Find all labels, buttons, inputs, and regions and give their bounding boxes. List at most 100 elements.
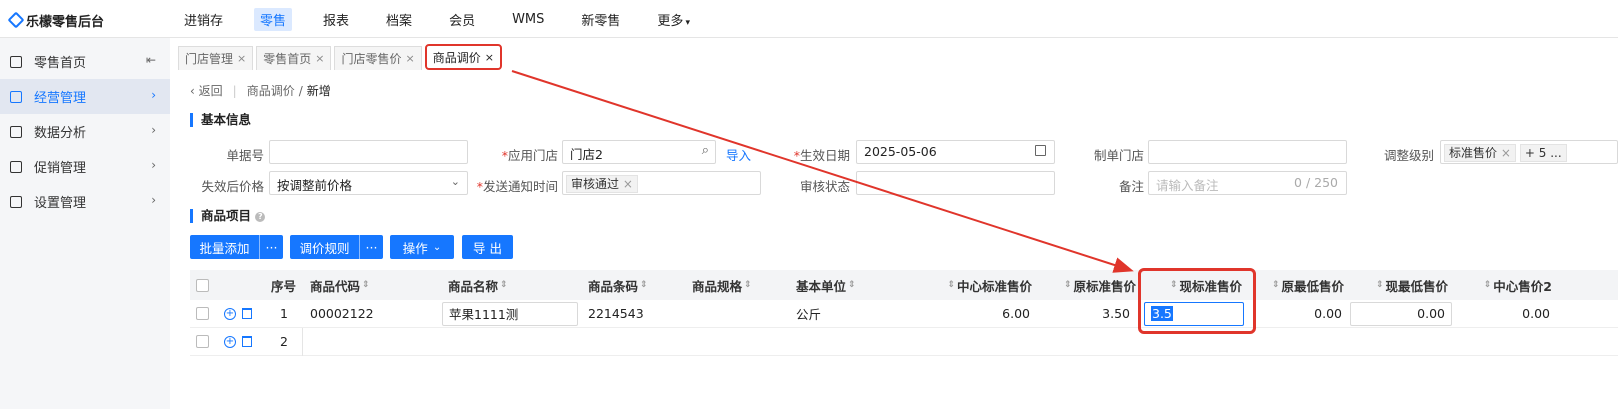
operation-dropdown-button[interactable]: 操作 ⌄ [390,235,454,259]
row-select-cell [196,300,209,327]
calendar-icon[interactable] [1035,145,1046,156]
sort-icon[interactable]: ⇕ [744,280,752,290]
app-logo[interactable]: 乐檬零售后台 [8,11,104,30]
back-link[interactable]: ‹ 返回 [190,82,223,99]
col-cur-min[interactable]: ⇕ 现最低售价 [1350,270,1448,300]
add-row-icon[interactable]: + [224,307,236,320]
sidebar-item-settings[interactable]: 设置管理 › [0,184,170,219]
nav-item-retail[interactable]: 零售 [254,7,293,31]
tab-store-price[interactable]: 门店零售价 × [334,46,422,70]
close-icon[interactable]: × [1501,146,1511,160]
batch-add-more-button[interactable]: ··· [259,235,283,259]
notify-time-label-text: 发送通知时间 [482,179,558,194]
sidebar-item-retail-home[interactable]: 零售首页 ⇤ [0,44,170,79]
remark-placeholder: 请输入备注 [1156,178,1219,193]
make-store-field[interactable] [1148,140,1347,164]
cur-min-price-input[interactable]: 0.00 [1350,301,1452,326]
row-checkbox[interactable] [196,335,209,348]
sidebar-item-operations[interactable]: 经营管理 › [0,79,170,114]
effective-date-label-text: 生效日期 [799,148,850,163]
notify-chip: 审核通过 × [566,175,638,193]
cell-name-cell: 苹果1111测 [442,300,578,327]
cell-cur-min-cell: 0.00 [1350,300,1452,327]
nav-item-reports[interactable]: 报表 [317,8,355,31]
sort-icon[interactable]: ⇕ [1376,280,1384,290]
sort-icon[interactable]: ⇕ [1484,280,1492,290]
row-checkbox[interactable] [196,307,209,320]
adjust-level-field[interactable]: 标准售价 × + 5 ... [1440,140,1618,164]
batch-add-button[interactable]: 批量添加 ··· [190,235,283,259]
price-rule-button[interactable]: 调价规则 ··· [290,235,383,259]
sort-icon[interactable]: ⇕ [500,280,508,290]
close-icon[interactable]: × [623,177,633,191]
collapse-sidebar-icon[interactable]: ⇤ [146,53,156,67]
add-row-icon[interactable]: + [224,335,236,348]
cell-unit: 公斤 [796,307,822,322]
price-rule-more-button[interactable]: ··· [359,235,383,259]
import-link[interactable]: 导入 [726,145,751,164]
close-icon[interactable]: × [485,51,494,64]
tab-retail-home[interactable]: 零售首页 × [256,46,332,70]
nav-item-inventory[interactable]: 进销存 [178,8,229,31]
store-field[interactable]: 门店2 ⌕ [562,140,716,164]
search-icon[interactable]: ⌕ [702,143,709,158]
nav-item-member[interactable]: 会员 [443,8,481,31]
audit-status-label: 审核状态 [799,179,850,194]
nav-item-wms[interactable]: WMS [506,10,550,29]
col-unit[interactable]: 基本单位 ⇕ [796,270,858,300]
sort-icon[interactable]: ⇕ [1064,280,1072,290]
sort-icon[interactable]: ⇕ [1272,280,1280,290]
logo-text: 乐檬零售后台 [26,15,105,30]
sidebar-item-label: 设置管理 [34,196,87,211]
close-icon[interactable]: × [237,52,246,65]
breadcrumb-parent[interactable]: 商品调价 [247,82,295,99]
col-code[interactable]: 商品代码 ⇕ [310,270,372,300]
close-icon[interactable]: × [315,52,324,65]
sidebar-item-label: 零售首页 [34,56,87,71]
nav-item-archive[interactable]: 档案 [380,8,418,31]
audit-status-field[interactable] [856,171,1055,195]
chevron-left-icon: ‹ [190,84,199,98]
delete-row-icon[interactable] [242,336,252,347]
col-name[interactable]: 商品名称 ⇕ [448,270,510,300]
operation-label: 操作 [402,240,428,256]
select-all-cell [196,270,209,300]
col-orig-min[interactable]: ⇕ 原最低售价 [1250,270,1344,300]
tab-price-adjust[interactable]: 商品调价 × [424,44,502,70]
remark-counter: 0 / 250 [1294,175,1338,190]
effective-date-field[interactable]: 2025-05-06 [856,140,1055,164]
notify-time-field[interactable]: 审核通过 × [562,171,761,195]
col-center-std[interactable]: ⇕ 中心标准售价 [906,270,1032,300]
sort-icon[interactable]: ⇕ [362,280,370,290]
tab-store-management[interactable]: 门店管理 × [178,46,254,70]
nav-item-new-retail[interactable]: 新零售 [575,8,626,31]
sort-icon[interactable]: ⇕ [947,280,955,290]
close-icon[interactable]: × [405,52,414,65]
sort-icon[interactable]: ⇕ [848,280,856,290]
col-center2[interactable]: ⇕ 中心售价2 [1456,270,1552,300]
tab-label: 零售首页 [263,52,312,66]
sidebar-item-label: 经营管理 [34,91,87,106]
col-orig-std[interactable]: ⇕ 原标准售价 [1038,270,1136,300]
after-expire-select[interactable]: 按调整前价格 ⌄ [269,171,468,195]
select-all-checkbox[interactable] [196,278,209,292]
help-icon[interactable]: ? [255,211,266,222]
after-expire-label: 失效后价格 [201,179,264,194]
col-barcode[interactable]: 商品条码 ⇕ [588,270,650,300]
effective-date-value: 2025-05-06 [864,144,937,159]
remark-field[interactable]: 请输入备注 0 / 250 [1148,171,1347,195]
home-icon [8,54,24,70]
nav-more-label: 更多 [657,13,684,29]
sort-icon[interactable]: ⇕ [640,280,648,290]
export-button[interactable]: 导 出 [462,235,513,259]
doc-no-field[interactable] [269,140,468,164]
nav-item-more[interactable]: 更多 ▾ [651,8,696,31]
chevron-right-icon: › [151,158,156,172]
col-spec[interactable]: 商品规格 ⇕ [692,270,754,300]
sidebar-item-analytics[interactable]: 数据分析 › [0,114,170,149]
sidebar-item-promotion[interactable]: 促销管理 › [0,149,170,184]
delete-row-icon[interactable] [242,308,252,319]
cell-name-input[interactable]: 苹果1111测 [442,301,578,326]
store-label-text: 应用门店 [507,148,558,163]
logo-icon [8,14,22,28]
